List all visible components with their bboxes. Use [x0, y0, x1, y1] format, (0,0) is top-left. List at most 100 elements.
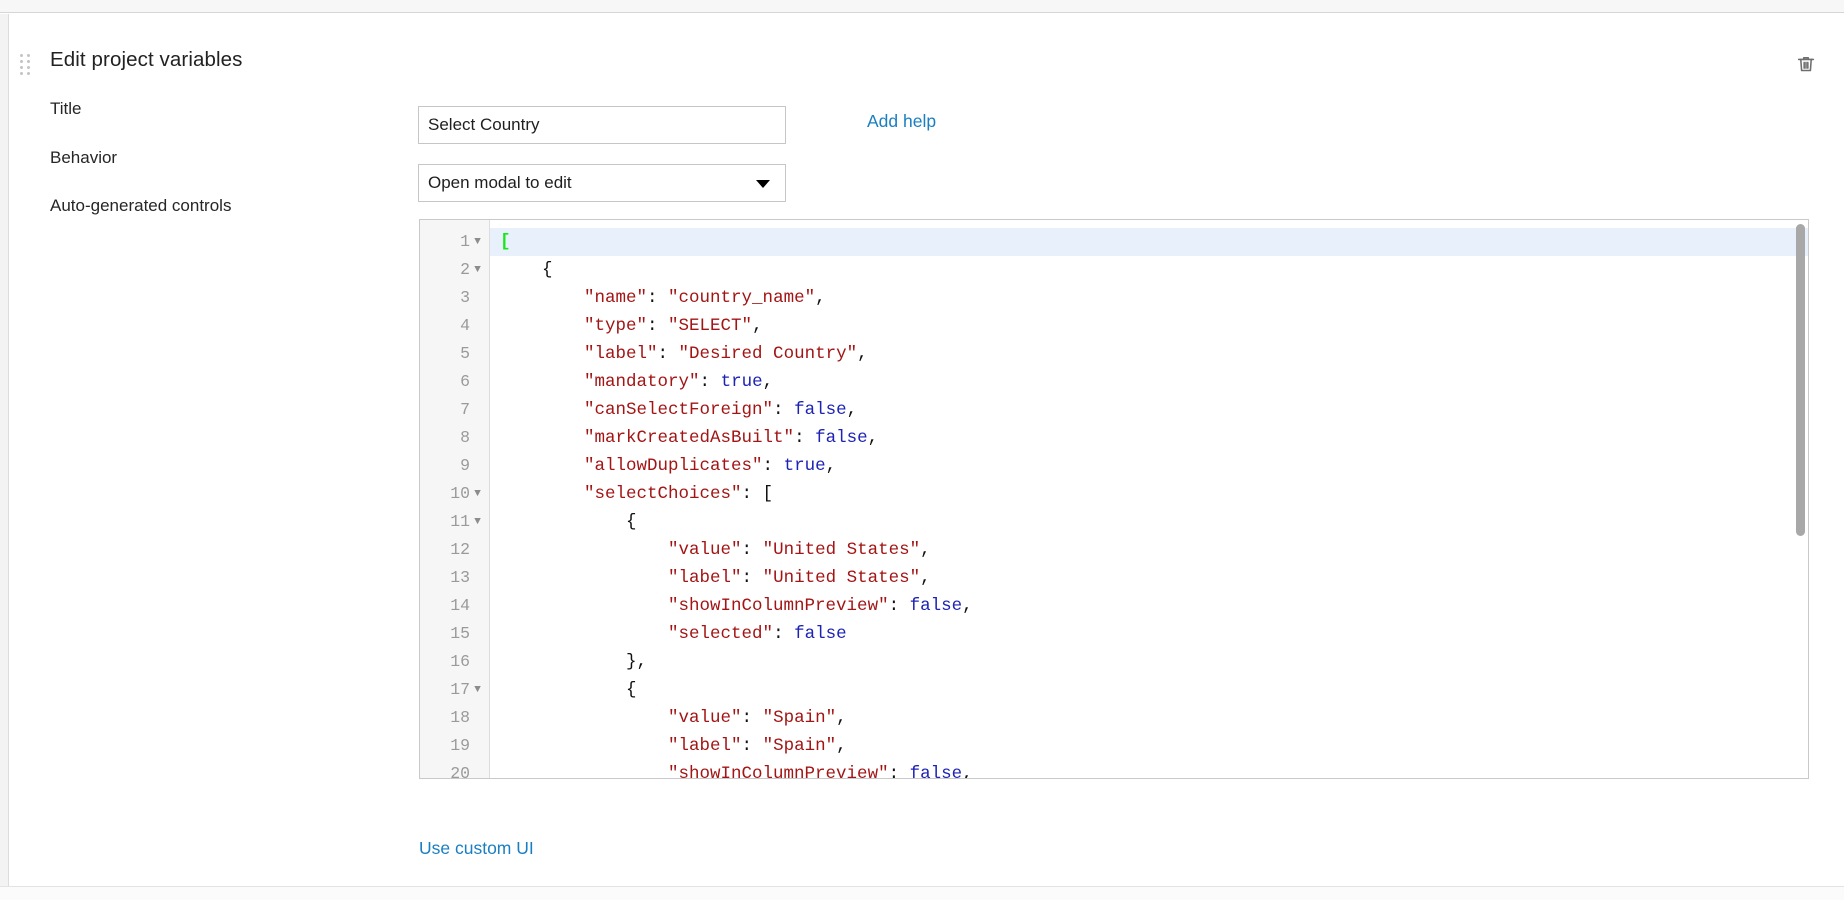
- code-token: ,: [815, 288, 826, 308]
- code-token: :: [647, 288, 669, 308]
- editor-code-line[interactable]: "canSelectForeign": false,: [490, 396, 1808, 424]
- editor-line-number: 20▼: [450, 764, 470, 779]
- editor-code-line[interactable]: },: [490, 648, 1808, 676]
- editor-code-line[interactable]: "showInColumnPreview": false,: [490, 760, 1808, 778]
- variable-card: Edit project variables Title Add help Be…: [10, 14, 1844, 886]
- editor-line-number: 10 ▼: [420, 480, 489, 508]
- page-top-strip: [0, 0, 1844, 13]
- code-token: {: [500, 260, 553, 280]
- fold-arrow-icon[interactable]: ▼: [472, 676, 483, 704]
- code-token: ,: [846, 400, 858, 420]
- code-token: ,: [752, 316, 763, 336]
- editor-scrollbar-thumb[interactable]: [1796, 224, 1805, 536]
- code-token: false: [794, 624, 847, 644]
- code-token: :: [657, 344, 679, 364]
- code-token: "type": [584, 316, 648, 336]
- code-token: ,: [962, 596, 973, 616]
- auto-generated-controls-editor[interactable]: 1▼2▼ 3▼ 4▼ 5▼ 6▼ 7▼ 8▼ 9▼ 10▼11▼ 12▼ 13▼ 14▼ 15▼ 16▼ 1…: [419, 219, 1809, 779]
- editor-code-line[interactable]: "type": "SELECT",: [490, 312, 1808, 340]
- code-token: :: [741, 540, 763, 560]
- drag-handle-icon[interactable]: [20, 54, 34, 76]
- code-token: "United States": [762, 540, 921, 560]
- code-token: "allowDuplicates": [584, 456, 763, 476]
- page-bottom-strip: [0, 887, 1844, 900]
- code-token: true: [720, 372, 763, 392]
- editor-code-line[interactable]: {: [490, 256, 1808, 284]
- code-token: "Spain": [762, 736, 837, 756]
- editor-line-number: 7▼: [460, 400, 470, 419]
- editor-code-line[interactable]: "value": "United States",: [490, 536, 1808, 564]
- editor-code-line[interactable]: "value": "Spain",: [490, 704, 1808, 732]
- code-token: {: [500, 512, 637, 532]
- code-token: :: [647, 316, 669, 336]
- code-token: "showInColumnPreview": [668, 764, 889, 778]
- fold-arrow-icon[interactable]: ▼: [472, 508, 483, 536]
- editor-code-line[interactable]: {: [490, 676, 1808, 704]
- editor-code-line[interactable]: "label": "Spain",: [490, 732, 1808, 760]
- editor-line-number: 15▼: [450, 624, 470, 643]
- editor-line-number: 2 ▼: [420, 256, 489, 284]
- fold-arrow-icon[interactable]: ▼: [472, 256, 483, 284]
- editor-code-line[interactable]: "showInColumnPreview": false,: [490, 592, 1808, 620]
- code-token: ,: [920, 540, 931, 560]
- editor-code-line[interactable]: "name": "country_name",: [490, 284, 1808, 312]
- editor-line-number: 4▼: [460, 316, 470, 335]
- code-token: :: [741, 708, 763, 728]
- code-token: "value": [668, 708, 742, 728]
- fold-arrow-icon[interactable]: ▼: [472, 228, 483, 256]
- editor-code-area[interactable]: [ { "name": "country_name", "type": "SEL…: [490, 220, 1808, 778]
- editor-line-number: 17 ▼: [420, 676, 489, 704]
- code-token: ,: [920, 568, 931, 588]
- code-token: : [: [741, 484, 774, 504]
- editor-code-line[interactable]: "selectChoices": [: [490, 480, 1808, 508]
- code-token: :: [888, 596, 910, 616]
- editor-scrollbar-track[interactable]: [1793, 220, 1808, 778]
- fold-arrow-icon[interactable]: ▼: [472, 480, 483, 508]
- title-input[interactable]: [418, 106, 786, 144]
- code-token: ,: [762, 372, 774, 392]
- editor-line-number: 8▼: [460, 428, 470, 447]
- title-label: Title: [50, 99, 82, 118]
- editor-code-line[interactable]: "markCreatedAsBuilt": false,: [490, 424, 1808, 452]
- code-token: "mandatory": [584, 372, 700, 392]
- code-token: "Spain": [762, 708, 837, 728]
- code-token: "selected": [668, 624, 774, 644]
- edit-project-variables-page: Edit project variables Title Add help Be…: [0, 0, 1844, 900]
- editor-code-line[interactable]: "label": "Desired Country",: [490, 340, 1808, 368]
- editor-code-line[interactable]: {: [490, 508, 1808, 536]
- code-token: "label": [668, 736, 742, 756]
- use-custom-ui-link[interactable]: Use custom UI: [419, 838, 534, 859]
- code-token: false: [909, 596, 963, 616]
- editor-line-number-gutter: 1▼2▼ 3▼ 4▼ 5▼ 6▼ 7▼ 8▼ 9▼ 10▼11▼ 12▼ 13▼ 14▼ 15▼ 16▼ 1…: [420, 220, 490, 778]
- code-token: [: [500, 232, 511, 252]
- editor-line-number: 14▼: [450, 596, 470, 615]
- code-token: "United States": [762, 568, 921, 588]
- editor-line-number: 11 ▼: [420, 508, 489, 536]
- code-token: true: [783, 456, 826, 476]
- delete-button[interactable]: [1792, 50, 1820, 78]
- editor-line-number: 19▼: [450, 736, 470, 755]
- code-token: :: [762, 456, 784, 476]
- behavior-select[interactable]: Open modal to edit: [418, 164, 786, 202]
- behavior-label: Behavior: [50, 148, 118, 167]
- editor-code-line[interactable]: "mandatory": true,: [490, 368, 1808, 396]
- trash-icon: [1795, 53, 1817, 75]
- editor-code-line[interactable]: "label": "United States",: [490, 564, 1808, 592]
- behavior-select-wrap: Open modal to edit: [418, 164, 786, 202]
- add-help-link[interactable]: Add help: [867, 111, 936, 132]
- code-token: "value": [668, 540, 742, 560]
- editor-code-line[interactable]: [: [490, 228, 1808, 256]
- code-token: false: [794, 400, 847, 420]
- editor-line-number: 6▼: [460, 372, 470, 391]
- editor-line-number: 1 ▼: [420, 228, 489, 256]
- code-token: "SELECT": [668, 316, 753, 336]
- editor-code-line[interactable]: "selected": false: [490, 620, 1808, 648]
- code-token: false: [815, 428, 868, 448]
- editor-code-line[interactable]: "allowDuplicates": true,: [490, 452, 1808, 480]
